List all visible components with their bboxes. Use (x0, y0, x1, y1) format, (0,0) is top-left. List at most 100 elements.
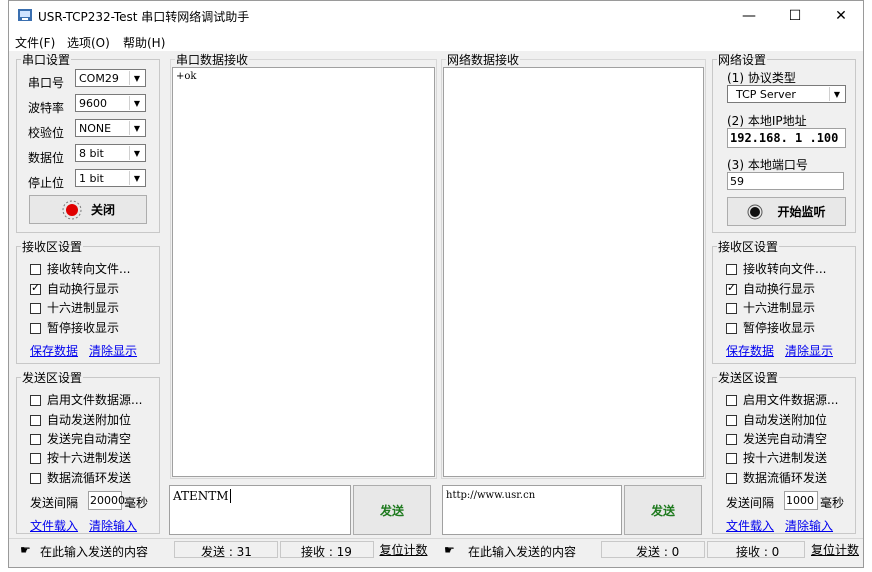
text-cursor (229, 489, 231, 503)
protocol-label: (1) 协议类型 (727, 71, 796, 85)
right-loop-send-checkbox[interactable]: 数据流循环发送 (726, 469, 827, 486)
status-led-icon (62, 200, 82, 219)
serial-send-button[interactable]: 发送 (353, 485, 431, 535)
minimize-button[interactable]: — (726, 1, 772, 31)
baud-select[interactable]: 9600 ▼ (75, 94, 146, 112)
right-auto-wrap-checkbox[interactable]: 自动换行显示 (726, 280, 815, 297)
protocol-select[interactable]: TCP Server ▼ (727, 85, 846, 103)
chevron-down-icon: ▼ (129, 96, 144, 110)
net-send-input[interactable]: http://www.usr.cn (442, 485, 622, 535)
left-recv-count-box: 接收 : 19 (280, 541, 374, 559)
maximize-button[interactable]: ☐ (772, 1, 818, 31)
menu-bar: 文件(F) 选项(O) 帮助(H) (9, 31, 863, 51)
parity-select[interactable]: NONE ▼ (75, 119, 146, 137)
parity-label: 校验位 (28, 126, 65, 140)
right-hint-icon: ☛ (444, 543, 455, 557)
app-window: USR-TCP232-Test 串口转网络调试助手 — ☐ ✕ 文件(F) 选项… (8, 0, 864, 568)
net-receive-textarea[interactable] (443, 67, 704, 477)
menu-help[interactable]: 帮助(H) (123, 34, 165, 51)
right-clear-input-link[interactable]: 清除输入 (785, 517, 833, 534)
port-number-input[interactable]: 59 (727, 172, 844, 190)
right-append-bits-checkbox[interactable]: 自动发送附加位 (726, 411, 827, 428)
right-pause-display-checkbox[interactable]: 暂停接收显示 (726, 319, 815, 336)
left-send-count-box: 发送 : 31 (174, 541, 278, 559)
right-auto-clear-checkbox[interactable]: 发送完自动清空 (726, 430, 827, 447)
left-hint-icon: ☛ (20, 543, 31, 557)
chevron-down-icon: ▼ (829, 87, 844, 101)
start-listen-button[interactable]: 开始监听 (727, 197, 846, 226)
net-receive-title: 网络数据接收 (447, 53, 520, 67)
left-pause-display-checkbox[interactable]: 暂停接收显示 (30, 319, 119, 336)
right-save-data-link[interactable]: 保存数据 (726, 342, 774, 359)
close-port-button[interactable]: 关闭 (29, 195, 147, 224)
status-divider (9, 538, 863, 539)
left-auto-clear-checkbox[interactable]: 发送完自动清空 (30, 430, 131, 447)
right-receive-settings-title: 接收区设置 (718, 240, 779, 254)
right-interval-input[interactable]: 1000 (784, 491, 818, 510)
left-clear-display-link[interactable]: 清除显示 (89, 342, 137, 359)
serial-settings-title: 串口设置 (22, 53, 71, 67)
chevron-down-icon: ▼ (129, 146, 144, 160)
left-auto-wrap-checkbox[interactable]: 自动换行显示 (30, 280, 119, 297)
right-hex-send-checkbox[interactable]: 按十六进制发送 (726, 449, 827, 466)
net-settings-title: 网络设置 (718, 53, 767, 67)
maximize-icon: ☐ (788, 8, 802, 24)
right-file-load-link[interactable]: 文件载入 (726, 517, 774, 534)
left-receive-settings-title: 接收区设置 (22, 240, 83, 254)
port-select[interactable]: COM29 ▼ (75, 69, 146, 87)
listen-status-icon (747, 204, 763, 219)
left-recv-to-file-checkbox[interactable]: 接收转向文件... (30, 260, 130, 277)
right-reset-count-button[interactable]: 复位计数 (807, 541, 863, 558)
left-interval-label: 发送间隔 (30, 496, 79, 510)
port-label: 串口号 (28, 76, 65, 90)
left-interval-input[interactable]: 20000 (88, 491, 125, 510)
right-send-settings-title: 发送区设置 (718, 371, 779, 385)
minimize-icon: — (742, 8, 756, 24)
chevron-down-icon: ▼ (129, 171, 144, 185)
chevron-down-icon: ▼ (129, 121, 144, 135)
chevron-down-icon: ▼ (129, 71, 144, 85)
net-send-button[interactable]: 发送 (624, 485, 702, 535)
port-number-label: (3) 本地端口号 (727, 158, 808, 172)
left-file-load-link[interactable]: 文件载入 (30, 517, 78, 534)
left-hex-display-checkbox[interactable]: 十六进制显示 (30, 299, 119, 316)
left-loop-send-checkbox[interactable]: 数据流循环发送 (30, 469, 131, 486)
left-reset-count-button[interactable]: 复位计数 (376, 541, 431, 558)
right-file-source-checkbox[interactable]: 启用文件数据源... (726, 391, 838, 408)
right-hex-display-checkbox[interactable]: 十六进制显示 (726, 299, 815, 316)
databits-select[interactable]: 8 bit ▼ (75, 144, 146, 162)
serial-receive-title: 串口数据接收 (176, 53, 249, 67)
start-listen-label: 开始监听 (777, 205, 826, 219)
right-recv-count-box: 接收 : 0 (707, 541, 805, 559)
right-recv-to-file-checkbox[interactable]: 接收转向文件... (726, 260, 826, 277)
baud-label: 波特率 (28, 101, 65, 115)
ip-input[interactable]: 192.168. 1 .100 (727, 128, 846, 148)
right-interval-unit: 毫秒 (820, 496, 845, 510)
window-title: USR-TCP232-Test 串口转网络调试助手 (38, 10, 250, 24)
right-send-count-box: 发送 : 0 (601, 541, 705, 559)
app-icon (18, 9, 32, 21)
menu-options[interactable]: 选项(O) (67, 34, 110, 51)
left-clear-input-link[interactable]: 清除输入 (89, 517, 137, 534)
menu-file[interactable]: 文件(F) (15, 34, 55, 51)
left-status-hint: 在此输入发送的内容 (40, 545, 149, 559)
left-hex-send-checkbox[interactable]: 按十六进制发送 (30, 449, 131, 466)
serial-send-input[interactable]: ATENTM (169, 485, 351, 535)
left-send-settings-title: 发送区设置 (22, 371, 83, 385)
serial-receive-textarea[interactable]: +ok (172, 67, 435, 477)
right-status-hint: 在此输入发送的内容 (468, 545, 577, 559)
left-append-bits-checkbox[interactable]: 自动发送附加位 (30, 411, 131, 428)
left-file-source-checkbox[interactable]: 启用文件数据源... (30, 391, 142, 408)
close-button[interactable]: ✕ (818, 1, 864, 31)
title-bar: USR-TCP232-Test 串口转网络调试助手 — ☐ ✕ (9, 1, 863, 31)
right-interval-label: 发送间隔 (726, 496, 775, 510)
right-clear-display-link[interactable]: 清除显示 (785, 342, 833, 359)
left-interval-unit: 毫秒 (124, 496, 149, 510)
databits-label: 数据位 (28, 151, 65, 165)
ip-label: (2) 本地IP地址 (727, 114, 807, 128)
left-save-data-link[interactable]: 保存数据 (30, 342, 78, 359)
stopbits-select[interactable]: 1 bit ▼ (75, 169, 146, 187)
close-port-label: 关闭 (90, 203, 115, 217)
stopbits-label: 停止位 (28, 176, 65, 190)
close-icon: ✕ (835, 8, 847, 24)
